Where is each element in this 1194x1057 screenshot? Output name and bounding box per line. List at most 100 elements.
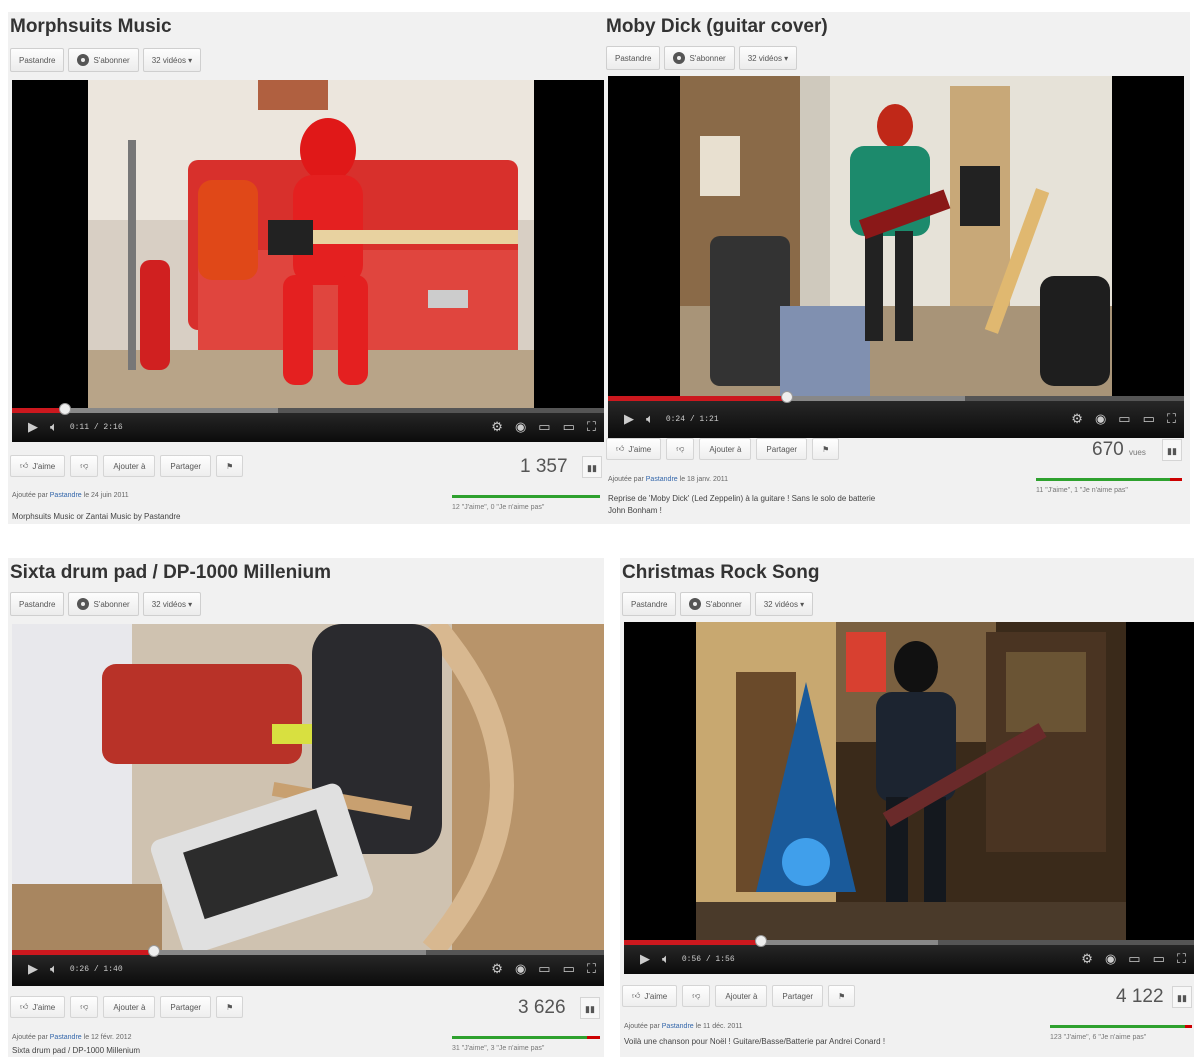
scrubber-handle[interactable] (780, 391, 793, 403)
like-button[interactable]: 👍︎ J'aime (622, 985, 678, 1007)
played-bar (608, 396, 787, 401)
volume-icon[interactable]: 🔈︎ (50, 419, 58, 435)
flag-button[interactable]: ⚑ (216, 996, 244, 1018)
add-to-button[interactable]: Ajouter à (103, 455, 156, 477)
annotations-icon[interactable]: ◉ (1105, 951, 1116, 967)
popout-icon[interactable]: ▭ (538, 419, 550, 435)
dislike-button[interactable]: 👎︎ (70, 996, 99, 1018)
popout-icon[interactable]: ▭ (538, 961, 550, 977)
annotations-icon[interactable]: ◉ (1095, 411, 1106, 427)
videos-dropdown-button[interactable]: 32 vidéos ▾ (142, 48, 202, 72)
subscribe-button[interactable]: S'abonner (68, 592, 139, 616)
popout-icon[interactable]: ▭ (1128, 951, 1140, 967)
dislike-portion (1184, 1025, 1192, 1028)
stats-icon: ▮▮ (587, 463, 597, 473)
play-icon[interactable]: ▶ (640, 951, 650, 967)
video-player[interactable]: ▶ 🔈︎ 0:11 / 2:16 ⚙︎ ◉ ▭ ▭ ⛶ (12, 80, 604, 442)
dislike-button[interactable]: 👎︎ (666, 438, 695, 460)
channel-row: Pastandre S'abonner 32 vidéos ▾ (10, 48, 202, 74)
like-ratio-bar (1036, 478, 1182, 481)
time-display: 0:56 / 1:56 (681, 954, 735, 964)
add-to-button[interactable]: Ajouter à (699, 438, 752, 460)
volume-icon[interactable]: 🔈︎ (662, 951, 670, 967)
stats-button[interactable]: ▮▮ (582, 456, 602, 478)
subscribe-icon (689, 598, 702, 610)
like-button[interactable]: 👍︎ J'aime (10, 996, 66, 1018)
channel-button[interactable]: Pastandre (10, 592, 65, 616)
popout-icon[interactable]: ▭ (1118, 411, 1130, 427)
like-count-text: 31 "J'aime", 3 "Je n'aime pas" (452, 1045, 545, 1052)
uploader-link[interactable]: Pastandre (662, 1023, 694, 1030)
flag-icon: ⚑ (226, 1002, 234, 1012)
uploader-link[interactable]: Pastandre (646, 476, 678, 483)
settings-gear-icon[interactable]: ⚙︎ (491, 419, 503, 435)
play-icon[interactable]: ▶ (28, 419, 38, 435)
progress-bar[interactable] (608, 391, 1184, 403)
progress-bar[interactable] (624, 935, 1194, 947)
stats-button[interactable]: ▮▮ (580, 997, 600, 1019)
settings-gear-icon[interactable]: ⚙︎ (1071, 411, 1083, 427)
share-button[interactable]: Partager (772, 985, 824, 1007)
theater-icon[interactable]: ▭ (1153, 951, 1165, 967)
video-title[interactable]: Moby Dick (guitar cover) (606, 16, 828, 38)
flag-button[interactable]: ⚑ (828, 985, 856, 1007)
flag-button[interactable]: ⚑ (812, 438, 840, 460)
channel-button[interactable]: Pastandre (606, 46, 661, 70)
video-player[interactable]: ▶ 🔈︎ 0:24 / 1:21 ⚙︎ ◉ ▭ ▭ ⛶ (608, 76, 1184, 438)
fullscreen-icon[interactable]: ⛶ (1167, 411, 1176, 427)
like-count-text: 123 "J'aime", 6 "Je n'aime pas" (1050, 1034, 1147, 1041)
like-button[interactable]: 👍︎ J'aime (606, 438, 662, 460)
thumbs-down-icon: 👎︎ (80, 1002, 89, 1011)
progress-bar[interactable] (12, 403, 604, 415)
scrubber-handle[interactable] (754, 935, 767, 947)
uploader-link[interactable]: Pastandre (50, 1034, 82, 1041)
video-title[interactable]: Morphsuits Music (10, 16, 172, 38)
video-player[interactable]: ▶ 🔈︎ 0:56 / 1:56 ⚙︎ ◉ ▭ ▭ ⛶ (624, 622, 1194, 974)
time-display: 0:26 / 1:40 (69, 964, 123, 974)
play-icon[interactable]: ▶ (28, 961, 38, 977)
channel-button[interactable]: Pastandre (10, 48, 65, 72)
videos-dropdown-button[interactable]: 32 vidéos ▾ (754, 592, 814, 616)
uploader-link[interactable]: Pastandre (50, 492, 82, 499)
settings-gear-icon[interactable]: ⚙︎ (491, 961, 503, 977)
add-to-button[interactable]: Ajouter à (715, 985, 768, 1007)
share-button[interactable]: Partager (756, 438, 808, 460)
share-button[interactable]: Partager (160, 455, 212, 477)
flag-button[interactable]: ⚑ (216, 455, 244, 477)
dislike-button[interactable]: 👎︎ (70, 455, 99, 477)
scrubber-handle[interactable] (148, 945, 161, 957)
add-to-button[interactable]: Ajouter à (103, 996, 156, 1018)
like-button[interactable]: 👍︎ J'aime (10, 455, 66, 477)
view-count: 3 626 (518, 997, 566, 1018)
annotations-icon[interactable]: ◉ (515, 961, 526, 977)
fullscreen-icon[interactable]: ⛶ (1177, 951, 1186, 967)
settings-gear-icon[interactable]: ⚙︎ (1081, 951, 1093, 967)
progress-bar[interactable] (12, 945, 604, 957)
dislike-button[interactable]: 👎︎ (682, 985, 711, 1007)
videos-dropdown-button[interactable]: 32 vidéos ▾ (142, 592, 202, 616)
video-title[interactable]: Christmas Rock Song (622, 562, 819, 584)
subscribe-button[interactable]: S'abonner (68, 48, 139, 72)
stats-button[interactable]: ▮▮ (1172, 986, 1192, 1008)
stats-button[interactable]: ▮▮ (1162, 439, 1182, 461)
channel-button[interactable]: Pastandre (622, 592, 677, 616)
subscribe-button[interactable]: S'abonner (680, 592, 751, 616)
fullscreen-icon[interactable]: ⛶ (587, 419, 596, 435)
theater-icon[interactable]: ▭ (563, 419, 575, 435)
annotations-icon[interactable]: ◉ (515, 419, 526, 435)
fullscreen-icon[interactable]: ⛶ (587, 961, 596, 977)
videos-dropdown-button[interactable]: 32 vidéos ▾ (738, 46, 798, 70)
volume-icon[interactable]: 🔈︎ (646, 411, 654, 427)
scrubber-handle[interactable] (59, 403, 72, 415)
like-count-text: 11 "J'aime", 1 "Je n'aime pas" (1036, 487, 1128, 494)
subscribe-button[interactable]: S'abonner (664, 46, 735, 70)
thumbs-up-icon: 👍︎ (20, 461, 29, 470)
video-player[interactable]: ▶ 🔈︎ 0:26 / 1:40 ⚙︎ ◉ ▭ ▭ ⛶ (12, 624, 604, 986)
theater-icon[interactable]: ▭ (1143, 411, 1155, 427)
video-title[interactable]: Sixta drum pad / DP-1000 Millenium (10, 562, 331, 584)
upload-date: le 24 juin 2011 (83, 492, 129, 499)
volume-icon[interactable]: 🔈︎ (50, 961, 58, 977)
share-button[interactable]: Partager (160, 996, 212, 1018)
play-icon[interactable]: ▶ (624, 411, 634, 427)
theater-icon[interactable]: ▭ (563, 961, 575, 977)
